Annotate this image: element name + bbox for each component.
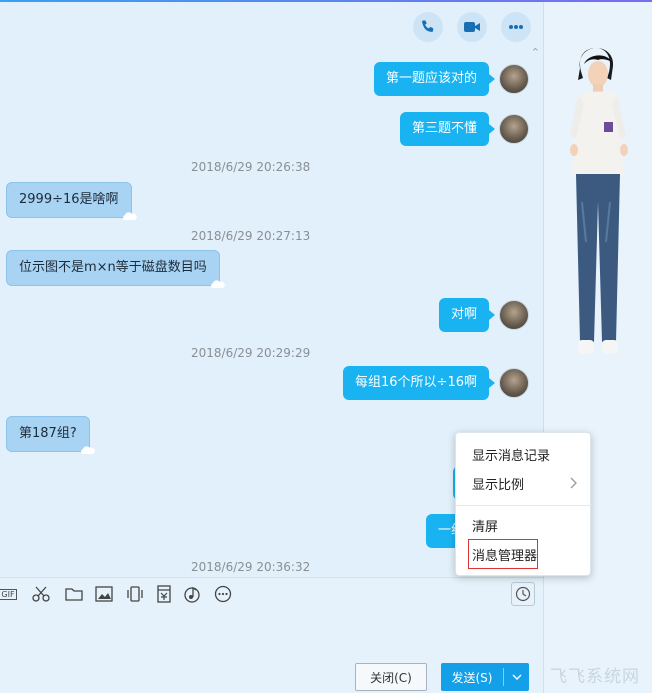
avatar[interactable] [499,368,529,398]
avatar[interactable] [499,64,529,94]
watermark: 飞飞系统网 [550,667,640,687]
input-toolbar: GIF [0,577,543,609]
message-bubble[interactable]: 第187组? [6,416,95,454]
shake-icon[interactable] [125,584,145,604]
send-label: 发送(S) [451,670,493,685]
close-button[interactable]: 关闭(C) [355,663,427,691]
avatar[interactable] [499,114,529,144]
chevron-right-icon [570,477,577,489]
message-bubble[interactable]: 位示图不是m×n等于磁盘数目吗 [6,250,225,288]
highlight-box [468,539,538,569]
message-row-me: 每组16个所以÷16啊 [343,366,529,400]
message-text: 第187组? [19,426,77,441]
video-call-button[interactable] [457,12,487,42]
history-context-menu: 显示消息记录 显示比例 清屏 消息管理器 [455,432,592,576]
message-row-me: 第一题应该对的 [373,62,529,96]
more-circle-icon[interactable] [213,584,233,604]
message-row-other: 位示图不是m×n等于磁盘数目吗 [6,250,225,288]
cloud-icon [210,280,225,288]
message-row-other: 2999÷16是啥啊 [6,182,137,220]
message-bubble[interactable]: 每组16个所以÷16啊 [343,366,495,400]
message-row-me: 对啊 [438,298,529,332]
send-options-chevron-icon[interactable] [504,674,529,680]
message-row-other: 第187组? [6,416,95,454]
scissors-icon[interactable] [31,584,51,604]
voice-call-button[interactable] [413,12,443,42]
gif-label: GIF [0,588,17,600]
character-illustration [570,48,628,354]
message-text: 位示图不是m×n等于磁盘数目吗 [19,260,207,275]
menu-item-clear-screen[interactable]: 清屏 [456,512,592,538]
message-row-me: 第三题不懂 [399,112,529,146]
show-character-pane [543,2,652,693]
message-timestamp: 2018/6/29 20:36:32 [191,560,311,574]
more-dots-icon [509,25,523,29]
phone-icon [422,20,434,32]
message-bubble[interactable]: 第三题不懂 [399,112,496,146]
chat-header-toolbar [413,12,531,42]
message-bubble[interactable]: 第一题应该对的 [373,62,496,96]
message-timestamp: 2018/6/29 20:26:38 [191,160,311,174]
avatar[interactable] [499,300,529,330]
message-text: 2999÷16是啥啊 [19,192,119,207]
message-timestamp: 2018/6/29 20:27:13 [191,229,311,243]
folder-icon[interactable] [64,584,84,604]
menu-item-zoom-ratio[interactable]: 显示比例 [456,470,592,496]
message-timestamp: 2018/6/29 20:29:29 [191,346,311,360]
clock-icon [515,586,531,602]
message-bubble[interactable]: 2999÷16是啥啊 [6,182,137,220]
red-packet-icon[interactable] [154,584,174,604]
menu-divider [456,505,592,506]
gif-icon[interactable]: GIF [0,584,18,604]
message-bubble[interactable]: 对啊 [438,298,496,332]
music-icon[interactable] [182,584,202,604]
message-history-button[interactable] [511,582,535,606]
collapse-caret-icon[interactable]: ⌃ [531,46,540,59]
more-options-button[interactable] [501,12,531,42]
cloud-icon [122,212,137,220]
image-icon[interactable] [94,584,114,604]
menu-item-show-history[interactable]: 显示消息记录 [456,441,592,467]
cloud-icon [80,446,95,454]
video-camera-icon [464,22,480,32]
send-button[interactable]: 发送(S) [441,663,529,691]
menu-item-label: 显示比例 [472,477,525,493]
